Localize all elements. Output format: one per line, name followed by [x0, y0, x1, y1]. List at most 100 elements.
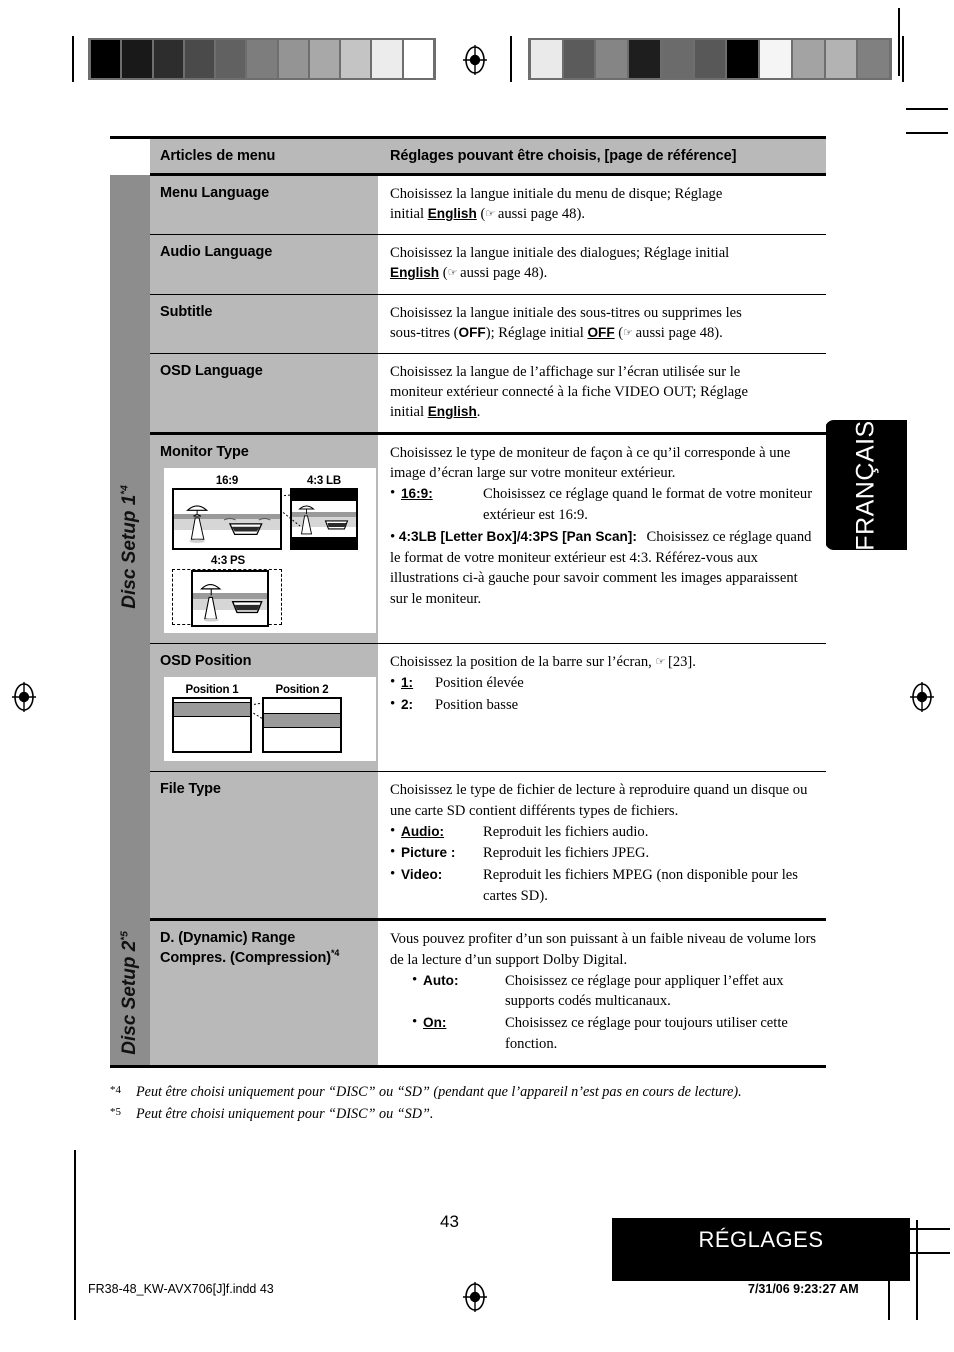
bullet-icon: • [390, 866, 396, 883]
desc-line: sous-titres ( [390, 324, 459, 341]
monitor-type-illustration: 16:9 4:3 LB 4:3 PS [164, 467, 376, 634]
desc-line: aussi page 48). [494, 206, 585, 223]
desc-intro-post: [23]. [664, 654, 696, 671]
settings-table: Articles de menu Réglages pouvant être c… [110, 136, 826, 1069]
desc-line: Choisissez la langue initiale des sous-t… [390, 304, 742, 321]
registration-target-bottom [461, 1282, 487, 1312]
option-term: 2: [401, 696, 414, 712]
crop-mark-top-right-h1 [906, 108, 948, 110]
crop-mark-top-left [72, 36, 74, 82]
footnote-mark-text: *5 [110, 1106, 121, 1119]
calibration-swatch [122, 40, 152, 78]
bullet-icon: • [390, 822, 396, 839]
option-def: Reproduit les fichiers MPEG (non disponi… [483, 867, 798, 904]
monitor-type-options: • 16:9: Choisissez ce réglage quand le f… [390, 484, 818, 609]
osd-preview-position-1 [172, 697, 252, 754]
item-drc-line-2-text: Compres. (Compression) [160, 949, 332, 966]
footnote-mark: *4 [110, 1082, 136, 1103]
calibration-swatch [563, 40, 595, 78]
group-1-footnote-mark: *4 [119, 485, 131, 495]
desc-line: Choisissez la langue initiale des dialog… [390, 245, 730, 262]
desc-line: ); Réglage initial [485, 324, 588, 341]
option-term: On: [423, 1015, 447, 1031]
calibration-swatch [694, 40, 726, 78]
calibration-swatch [792, 40, 824, 78]
list-item: • On: Choisissez ce réglage pour toujour… [412, 1013, 818, 1054]
calibration-swatch [629, 40, 660, 78]
list-item: • Audio: Reproduit les fichiers audio. [390, 822, 818, 843]
value-english: English [427, 206, 477, 222]
print-timestamp: 7/31/06 9:23:27 AM [748, 1282, 859, 1296]
item-monitor-type-label: Monitor Type [160, 444, 249, 461]
language-tab-label: FRANÇAIS [851, 419, 880, 551]
pointing-hand-icon: ☞ [485, 207, 495, 221]
calibration-swatch [91, 40, 121, 78]
illustration-caption-16-9: 16:9 [215, 474, 239, 487]
table-header-row: Articles de menu Réglages pouvant être c… [110, 136, 826, 176]
crop-mark-top-right-h2 [906, 132, 948, 134]
section-footer-label: RÉGLAGES [698, 1227, 824, 1252]
footnote-text: Peut être choisi uniquement pour “DISC” … [136, 1106, 434, 1123]
page-canvas: FRANÇAIS Articles de menu Réglages pouva… [0, 0, 954, 1352]
item-monitor-type: Monitor Type 16:9 4:3 LB 4:3 PS [150, 433, 378, 645]
item-drc-line-2: Compres. (Compression)*4 [160, 948, 370, 967]
bullet-icon: • [390, 674, 396, 691]
desc-subtitle: Choisissez la langue initiale des sous-t… [378, 294, 826, 354]
source-file-name: FR38-48_KW-AVX706[J]f.indd 43 [88, 1282, 274, 1296]
item-osd-position: OSD Position Position 1 Position 2 [150, 643, 378, 773]
item-osd-position-label: OSD Position [160, 653, 252, 670]
scene-4-3-ps [191, 570, 269, 628]
calibration-swatch [825, 40, 857, 78]
item-menu-language: Menu Language [150, 174, 378, 236]
crop-mark-right-mid-h2 [906, 1252, 950, 1254]
illustration-caption-position-2: Position 2 [275, 683, 329, 696]
header-col-items: Articles de menu [150, 136, 378, 176]
footnote-text: Peut être choisi uniquement pour “DISC” … [136, 1084, 742, 1100]
language-tab: FRANÇAIS [825, 420, 907, 550]
option-term: Video: [401, 867, 443, 883]
table-row: Disc Setup 2*5 D. (Dynamic) Range Compre… [110, 919, 826, 1069]
calibration-swatch [341, 40, 371, 78]
option-term: Audio: [401, 823, 445, 839]
option-def: Reproduit les fichiers audio. [483, 823, 649, 840]
calibration-swatch [153, 40, 183, 78]
option-term: 4:3LB [Letter Box]/4:3PS [Pan Scan]: [398, 528, 637, 544]
calibration-swatch [858, 40, 890, 78]
registration-target-top [461, 45, 487, 75]
footnote-item: *4 Peut être choisi uniquement pour “DIS… [110, 1082, 830, 1103]
option-def: Choisissez ce réglage pour toujours util… [505, 1015, 788, 1052]
desc-line: ( [614, 324, 624, 341]
footnote-mark-text: *4 [110, 1084, 121, 1096]
bullet-icon: • [390, 485, 396, 502]
desc-file-type: Choisissez le type de fichier de lecture… [378, 771, 826, 922]
desc-line: initial [390, 206, 428, 223]
scene-16-9 [172, 488, 282, 551]
calibration-swatch [372, 40, 402, 78]
calibration-swatch [727, 40, 759, 78]
desc-line: aussi page 48). [456, 265, 548, 282]
desc-monitor-type: Choisissez le type de moniteur de façon … [378, 433, 826, 645]
illustration-caption-4-3-ps: 4:3 PS [211, 555, 245, 568]
settings-table-wrapper: Articles de menu Réglages pouvant être c… [110, 136, 826, 1069]
bullet-icon: • [412, 1014, 418, 1031]
value-english: English [390, 265, 440, 281]
crop-mark-left-edge [74, 1150, 76, 1320]
crop-mark-right-edge-2 [916, 1220, 918, 1320]
list-item: • 4:3LB [Letter Box]/4:3PS [Pan Scan]: C… [390, 527, 818, 610]
option-term: 16:9: [401, 486, 433, 502]
calibration-swatch [278, 40, 308, 78]
crop-mark-right-mid-h1 [906, 1228, 950, 1230]
desc-menu-language: Choisissez la langue initiale du menu de… [378, 174, 826, 236]
list-item: • Auto: Choisissez ce réglage pour appli… [412, 971, 818, 1012]
section-footer-bar: RÉGLAGES [612, 1218, 910, 1281]
list-item: • 2: Position basse [390, 695, 818, 716]
desc-intro: Vous pouvez profiter d’un son puissant à… [390, 931, 817, 968]
desc-intro: Choisissez la position de la barre sur l… [390, 654, 656, 671]
group-1-label: Disc Setup 1 [119, 494, 140, 609]
crop-mark-top-mid-left [510, 36, 512, 82]
table-row: Disc Setup 1*4 Menu Language Choisissez … [110, 174, 826, 920]
item-drc-footnote-mark: *4 [331, 947, 340, 958]
calibration-swatch [216, 40, 246, 78]
calibration-swatch [309, 40, 340, 78]
pointing-hand-icon: ☞ [655, 655, 665, 669]
